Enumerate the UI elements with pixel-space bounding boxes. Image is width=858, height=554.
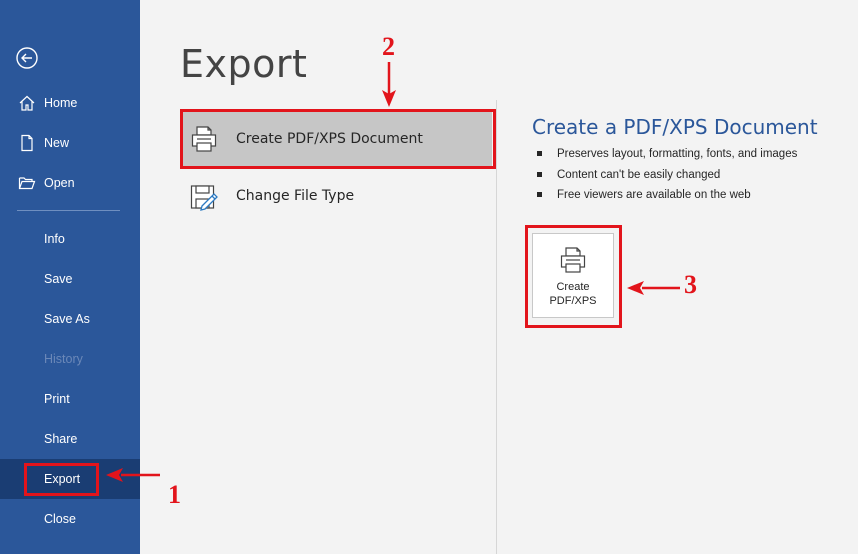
nav-close-label: Close [44, 512, 76, 526]
nav-open[interactable]: Open [0, 163, 140, 203]
options-divider [496, 100, 497, 554]
page-title: Export [180, 42, 308, 86]
nav-info-label: Info [44, 232, 65, 246]
nav-save-as-label: Save As [44, 312, 90, 326]
nav-info[interactable]: Info [0, 219, 140, 259]
option-create-pdf-xps[interactable]: Create PDF/XPS Document [182, 112, 492, 166]
nav-save[interactable]: Save [0, 259, 140, 299]
folder-open-icon [17, 173, 37, 193]
nav-print[interactable]: Print [0, 379, 140, 419]
feature-list: Preserves layout, formatting, fonts, and… [537, 144, 797, 206]
nav-new-label: New [44, 136, 70, 150]
nav-share-label: Share [44, 432, 78, 446]
feature-item: Content can't be easily changed [537, 165, 797, 186]
nav-share[interactable]: Share [0, 419, 140, 459]
step-number-2: 2 [382, 32, 395, 61]
nav-save-as[interactable]: Save As [0, 299, 140, 339]
option-change-file-type-label: Change File Type [236, 188, 355, 204]
detail-title: Create a PDF/XPS Document [532, 115, 818, 139]
nav-history-label: History [44, 352, 83, 366]
nav-export[interactable]: Export [0, 459, 140, 499]
home-icon [17, 93, 37, 113]
new-document-icon [17, 133, 37, 153]
nav-close[interactable]: Close [0, 499, 140, 539]
step-number-3: 3 [684, 270, 697, 299]
change-file-type-icon [186, 178, 222, 214]
pdf-printer-icon [557, 244, 589, 276]
back-arrow-circle-icon [16, 47, 38, 69]
step-number-1: 1 [168, 480, 181, 509]
arrow-step2 [382, 62, 396, 107]
option-create-pdf-xps-label: Create PDF/XPS Document [236, 131, 423, 147]
create-pdf-xps-button[interactable]: Create PDF/XPS [532, 233, 614, 318]
option-change-file-type[interactable]: Change File Type [182, 169, 492, 223]
pdf-printer-icon [186, 121, 222, 157]
feature-item: Free viewers are available on the web [537, 185, 797, 206]
feature-item: Preserves layout, formatting, fonts, and… [537, 144, 797, 165]
nav-export-label: Export [44, 472, 81, 486]
nav-save-label: Save [44, 272, 73, 286]
nav-home[interactable]: Home [0, 83, 140, 123]
backstage-sidebar: Home New Open Info Save Save As History … [0, 0, 140, 554]
nav-print-label: Print [44, 392, 70, 406]
create-pdf-xps-button-label: Create PDF/XPS [549, 281, 597, 307]
back-button[interactable] [16, 47, 38, 69]
nav-history: History [0, 339, 140, 379]
nav-new[interactable]: New [0, 123, 140, 163]
nav-home-label: Home [44, 96, 78, 110]
sidebar-divider [17, 210, 120, 211]
arrow-step3 [627, 281, 680, 295]
nav-open-label: Open [44, 176, 75, 190]
